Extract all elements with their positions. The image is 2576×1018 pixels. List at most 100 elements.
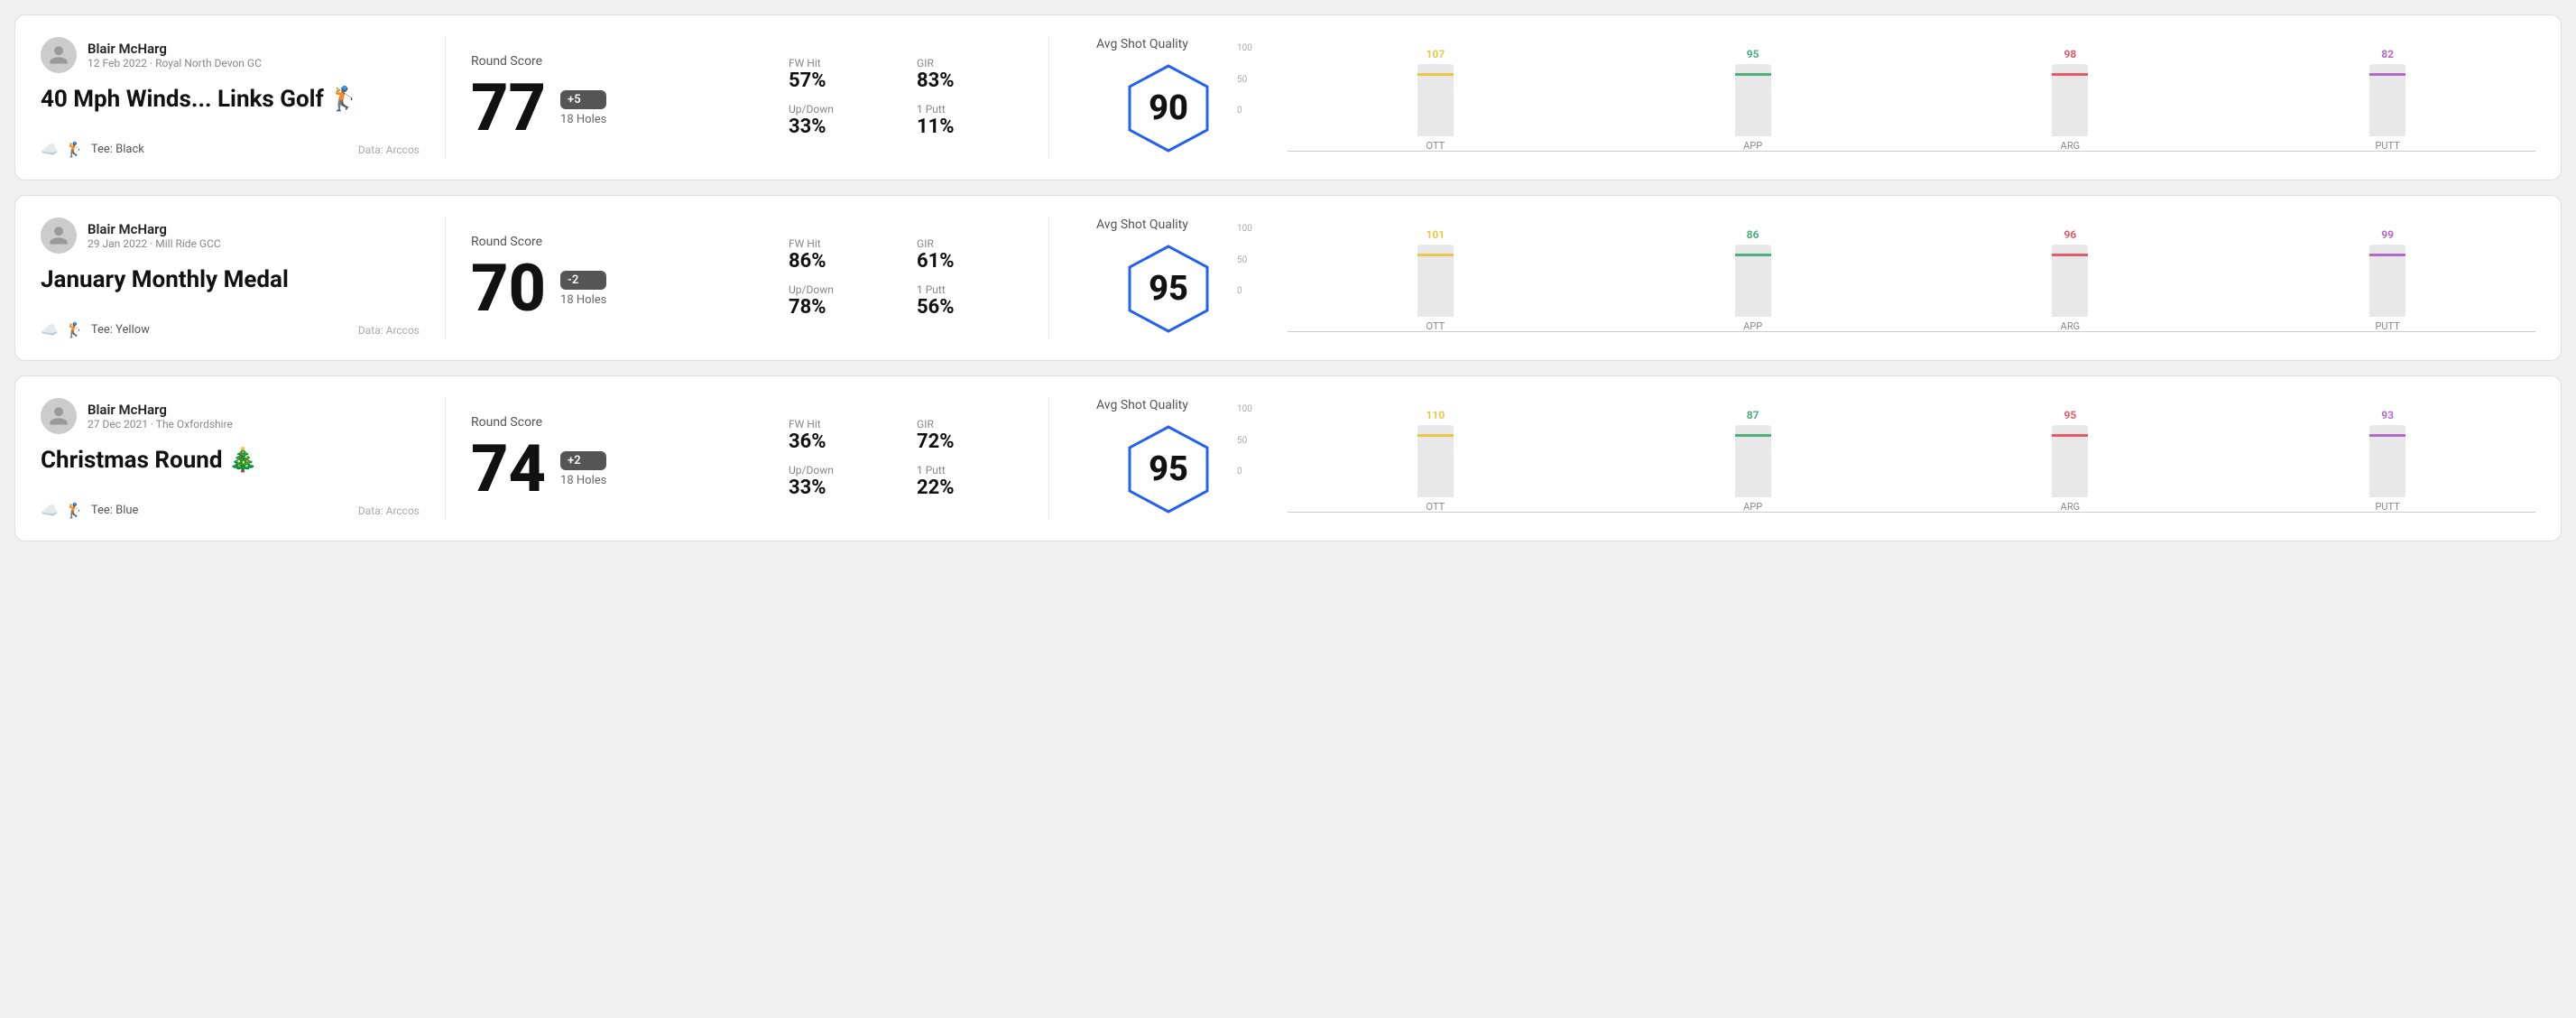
bar-group-arg: 96 ARG bbox=[1923, 228, 2219, 332]
quality-score: 90 bbox=[1149, 88, 1188, 128]
tee-label: Tee: Blue bbox=[91, 504, 139, 517]
stats-grid: FW Hit 86% GIR 61% Up/Down 78% 1 Putt 56… bbox=[789, 237, 1023, 319]
bar-marker bbox=[2369, 254, 2405, 256]
bar-marker bbox=[1735, 73, 1771, 76]
bar-wrapper bbox=[2369, 64, 2405, 136]
gir-stat: GIR 61% bbox=[917, 237, 1023, 273]
fw-hit-label: FW Hit bbox=[789, 418, 895, 430]
holes-label: 18 Holes bbox=[560, 113, 606, 126]
round-score-label: Round Score bbox=[471, 235, 760, 249]
user-info: Blair McHarg 27 Dec 2021 · The Oxfordshi… bbox=[88, 402, 233, 430]
bar-marker bbox=[1417, 254, 1454, 256]
fw-hit-stat: FW Hit 86% bbox=[789, 237, 895, 273]
round-score-label: Round Score bbox=[471, 415, 760, 430]
bar-value: 95 bbox=[1747, 48, 1759, 60]
user-row: Blair McHarg 27 Dec 2021 · The Oxfordshi… bbox=[41, 398, 420, 434]
bar-marker bbox=[2052, 254, 2088, 256]
tee-info: ☁️ 🏌 Tee: Yellow bbox=[41, 321, 150, 338]
avatar bbox=[41, 37, 77, 73]
gir-value: 83% bbox=[917, 69, 1023, 92]
stats-section: FW Hit 57% GIR 83% Up/Down 33% 1 Putt 11… bbox=[789, 37, 1023, 158]
section-divider bbox=[445, 398, 446, 519]
bar-wrapper bbox=[1417, 64, 1454, 136]
user-info: Blair McHarg 12 Feb 2022 · Royal North D… bbox=[88, 41, 262, 69]
hexagon-container: 95 bbox=[1119, 239, 1218, 338]
avatar bbox=[41, 217, 77, 254]
oneputt-stat: 1 Putt 11% bbox=[917, 103, 1023, 138]
quality-section: Avg Shot Quality 90 bbox=[1096, 37, 1241, 158]
oneputt-label: 1 Putt bbox=[917, 464, 1023, 477]
left-section: Blair McHarg 27 Dec 2021 · The Oxfordshi… bbox=[41, 398, 420, 519]
oneputt-value: 56% bbox=[917, 296, 1023, 319]
bar-wrapper bbox=[1735, 245, 1771, 317]
bar-group-app: 95 APP bbox=[1605, 48, 1901, 152]
bar-group-arg: 95 ARG bbox=[1923, 409, 2219, 513]
fw-hit-stat: FW Hit 36% bbox=[789, 418, 895, 453]
bar-group-arg: 98 ARG bbox=[1923, 48, 2219, 152]
bar-wrapper bbox=[1735, 64, 1771, 136]
fw-hit-value: 57% bbox=[789, 69, 895, 92]
chart-grid: 101 OTT 86 APP 96 bbox=[1288, 224, 2535, 332]
avatar bbox=[41, 398, 77, 434]
round-card: Blair McHarg 27 Dec 2021 · The Oxfordshi… bbox=[14, 375, 2562, 541]
user-meta: 12 Feb 2022 · Royal North Devon GC bbox=[88, 57, 262, 69]
chart-outer: 100 50 0 107 OTT 95 bbox=[1262, 43, 2535, 152]
bar-group-ott: 107 OTT bbox=[1288, 48, 1583, 152]
user-name: Blair McHarg bbox=[88, 41, 262, 57]
bar-fill-bg bbox=[2052, 440, 2088, 497]
chart-outer: 100 50 0 101 OTT 86 bbox=[1262, 224, 2535, 332]
score-badge: -2 bbox=[560, 271, 606, 290]
bar-marker bbox=[2052, 434, 2088, 437]
score-badge: +2 bbox=[560, 451, 606, 470]
score-details: +5 18 Holes bbox=[560, 90, 606, 126]
user-icon bbox=[48, 225, 69, 246]
axis-line bbox=[1288, 331, 2535, 332]
bar-fill-bg bbox=[2369, 257, 2405, 317]
bar-group-putt: 82 PUTT bbox=[2239, 48, 2535, 152]
bar-marker bbox=[2369, 73, 2405, 76]
updown-value: 33% bbox=[789, 116, 895, 138]
fw-hit-label: FW Hit bbox=[789, 237, 895, 250]
bottom-row: ☁️ 🏌 Tee: Blue Data: Arccos bbox=[41, 491, 420, 519]
bar-value: 87 bbox=[1747, 409, 1759, 421]
bar-group-app: 87 APP bbox=[1605, 409, 1901, 513]
user-meta: 27 Dec 2021 · The Oxfordshire bbox=[88, 418, 233, 430]
user-info: Blair McHarg 29 Jan 2022 · Mill Ride GCC bbox=[88, 221, 221, 250]
bar-fill-bg bbox=[2369, 87, 2405, 136]
score-badge: +5 bbox=[560, 90, 606, 109]
tee-info: ☁️ 🏌 Tee: Blue bbox=[41, 502, 138, 519]
bar-wrapper bbox=[2052, 425, 2088, 497]
middle-section: Round Score 77 +5 18 Holes bbox=[471, 37, 760, 158]
round-score-label: Round Score bbox=[471, 54, 760, 69]
oneputt-label: 1 Putt bbox=[917, 283, 1023, 296]
bar-fill-bg bbox=[1417, 256, 1454, 317]
bar-fill-bg bbox=[2052, 78, 2088, 136]
golf-bag-icon: 🏌 bbox=[66, 502, 84, 519]
user-name: Blair McHarg bbox=[88, 402, 233, 418]
updown-value: 78% bbox=[789, 296, 895, 319]
fw-hit-label: FW Hit bbox=[789, 57, 895, 69]
score-details: -2 18 Holes bbox=[560, 271, 606, 307]
bar-wrapper bbox=[1417, 425, 1454, 497]
section-divider-2 bbox=[1048, 217, 1049, 338]
user-meta: 29 Jan 2022 · Mill Ride GCC bbox=[88, 237, 221, 250]
chart-grid: 110 OTT 87 APP 95 bbox=[1288, 404, 2535, 513]
bar-fill-bg bbox=[2052, 259, 2088, 317]
gir-label: GIR bbox=[917, 57, 1023, 69]
fw-hit-value: 86% bbox=[789, 250, 895, 273]
bar-fill-bg bbox=[1735, 445, 1771, 497]
y-axis: 100 50 0 bbox=[1237, 404, 1252, 477]
avg-shot-label: Avg Shot Quality bbox=[1096, 398, 1188, 412]
quality-section: Avg Shot Quality 95 bbox=[1096, 398, 1241, 519]
bar-value: 98 bbox=[2064, 48, 2076, 60]
bar-group-putt: 99 PUTT bbox=[2239, 228, 2535, 332]
user-icon bbox=[48, 405, 69, 427]
y-axis: 100 50 0 bbox=[1237, 224, 1252, 296]
bar-wrapper bbox=[2369, 245, 2405, 317]
bar-marker bbox=[1417, 434, 1454, 437]
bar-fill-bg bbox=[1417, 431, 1454, 497]
y-axis: 100 50 0 bbox=[1237, 43, 1252, 116]
section-divider-2 bbox=[1048, 398, 1049, 519]
bar-value: 82 bbox=[2381, 48, 2394, 60]
quality-score: 95 bbox=[1149, 269, 1188, 309]
